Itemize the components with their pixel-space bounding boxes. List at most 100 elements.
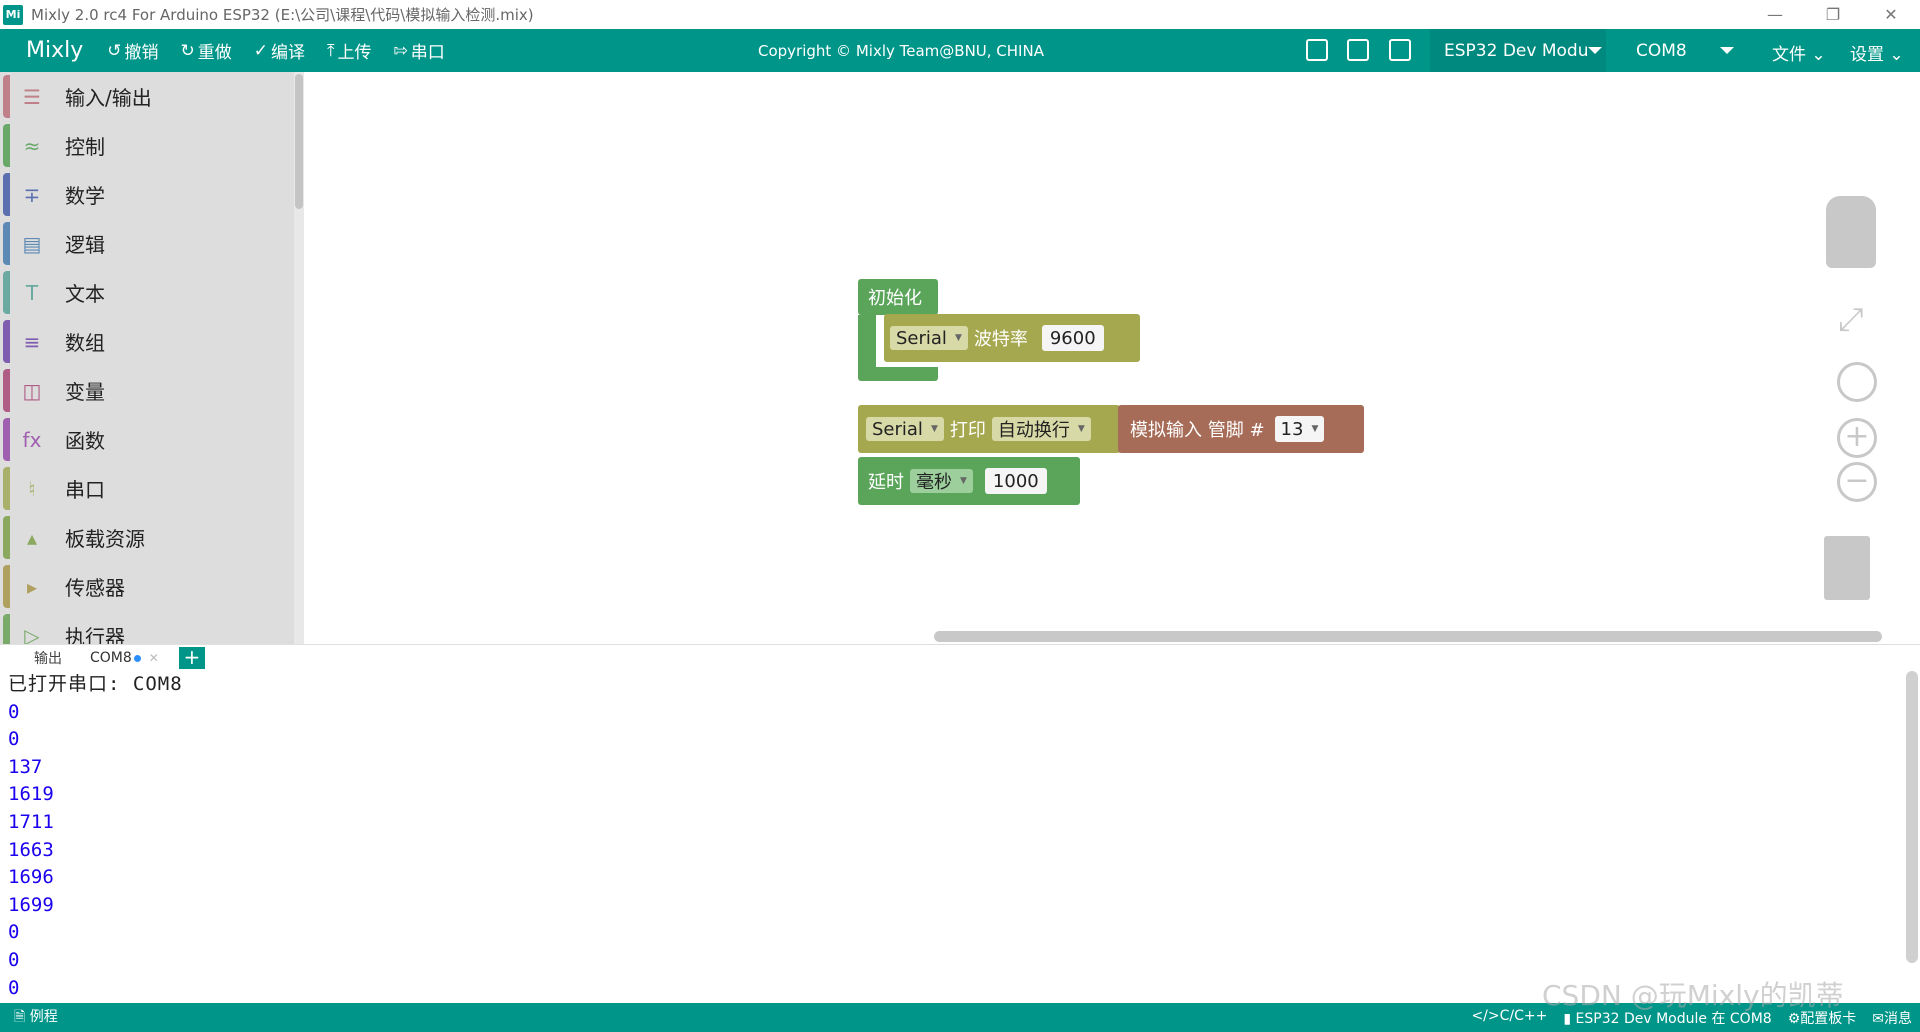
sidebar-category-item[interactable]: ◫ 变量 [0, 366, 304, 415]
sidebar-category-item[interactable]: ∓ 数学 [0, 170, 304, 219]
block-workspace[interactable]: 初始化 Serial ▼ 波特率 9600 Serial ▼ 打印 自动换行 ▼ 模拟… [304, 72, 1920, 644]
undo-button[interactable]: ↺ 撤销 [107, 38, 158, 64]
workspace-horizontal-scrollbar[interactable] [934, 631, 1882, 642]
minimize-icon[interactable]: — [1746, 0, 1804, 29]
blocks-view-icon[interactable] [1306, 39, 1328, 61]
sidebar-category-item[interactable]: ▸ 传感器 [0, 562, 304, 611]
category-color-bar [3, 516, 10, 559]
zoom-out-icon[interactable]: − [1837, 462, 1877, 502]
console-output-line: 1711 [8, 810, 54, 833]
code-icon: </> [1471, 1007, 1500, 1024]
maximize-icon[interactable]: ❐ [1804, 0, 1862, 29]
category-color-bar [3, 320, 10, 363]
sensor-icon: ▸ [26, 574, 38, 599]
tab-com8[interactable]: COM8 ✕ [76, 644, 173, 672]
trash-icon[interactable] [1824, 536, 1870, 600]
serial-console[interactable]: 已打开串口: COM8 0 0 137 1619 1711 1663 1696 1699 0 0 0 [0, 671, 1920, 1003]
serial-println-port-dropdown[interactable]: Serial ▼ [866, 417, 944, 441]
port-select[interactable]: COM8 [1622, 29, 1738, 72]
recenter-icon[interactable] [1837, 362, 1877, 402]
close-tab-icon[interactable]: ✕ [149, 651, 159, 665]
fullscreen-icon[interactable]: ⤢ [1838, 300, 1864, 339]
sidebar-category-label: 数组 [65, 331, 105, 355]
console-scrollbar[interactable] [1906, 671, 1918, 963]
board-select-value: ESP32 Dev Modu [1444, 40, 1589, 61]
compile-label: 编译 [271, 43, 305, 63]
settings-menu[interactable]: 设置 ⌄ [1850, 40, 1904, 65]
category-color-bar [3, 271, 10, 314]
delay-value-input[interactable]: 1000 [984, 468, 1047, 494]
console-output-line: 1696 [8, 866, 54, 889]
sidebar-category-item[interactable]: T 文本 [0, 268, 304, 317]
upload-button[interactable]: ⤒ 上传 [327, 38, 372, 64]
analog-read-block[interactable]: 模拟输入 管脚 # 13 ▼ [1118, 405, 1364, 453]
sidebar-category-label: 控制 [65, 135, 105, 159]
compile-button[interactable]: ✓ 编译 [254, 38, 305, 64]
serial-println-block[interactable]: Serial ▼ 打印 自动换行 ▼ [858, 405, 1120, 453]
window-controls: — ❐ ✕ [1746, 0, 1920, 29]
upload-label: 上传 [337, 43, 372, 63]
sidebar-category-label: 板载资源 [65, 527, 145, 551]
category-color-bar [3, 222, 10, 265]
sidebar-scrollbar[interactable] [294, 72, 304, 644]
serial-begin-block[interactable]: Serial ▼ 波特率 9600 [884, 314, 1140, 362]
usb-icon: ⇰ [393, 40, 408, 61]
board-select[interactable]: ESP32 Dev Modu [1430, 29, 1606, 72]
sidebar-scroll-thumb[interactable] [295, 74, 303, 209]
chevron-down-icon [1720, 47, 1734, 54]
sidebar-category-label: 变量 [65, 380, 105, 404]
sidebar-category-item[interactable]: ≡ 数组 [0, 317, 304, 366]
sidebar-category-label: 传感器 [65, 576, 125, 600]
backpack-icon[interactable] [1826, 196, 1876, 268]
code-view-icon[interactable] [1389, 39, 1411, 61]
console-output-line: 137 [8, 755, 43, 778]
serial-button[interactable]: ⇰ 串口 [393, 38, 445, 64]
sidebar-category-item[interactable]: ≈ 控制 [0, 121, 304, 170]
chevron-down-icon [1588, 47, 1602, 54]
console-output-line: 1699 [8, 893, 54, 916]
file-menu[interactable]: 文件 ⌄ [1772, 40, 1826, 65]
close-icon[interactable]: ✕ [1862, 0, 1920, 29]
setup-block-foot [858, 367, 938, 381]
examples-label: 例程 [29, 1008, 58, 1025]
baud-rate-input[interactable]: 9600 [1041, 325, 1104, 351]
category-color-bar [3, 369, 10, 412]
language-indicator: </>C/C++ [1471, 1008, 1547, 1028]
sidebar-category-label: 执行器 [65, 625, 125, 644]
language-label: C/C++ [1499, 1007, 1548, 1024]
setup-block[interactable]: 初始化 [858, 279, 938, 315]
redo-label: 重做 [197, 43, 232, 63]
sidebar-category-item[interactable]: ♮ 串口 [0, 464, 304, 513]
serial-icon: ♮ [28, 476, 36, 501]
messages-label: 消息 [1884, 1010, 1912, 1027]
dropdown-triangle-icon: ▼ [954, 333, 962, 343]
delay-unit-dropdown[interactable]: 毫秒 ▼ [910, 469, 973, 493]
messages-button[interactable]: ✉消息 [1872, 1008, 1912, 1028]
serial-begin-port-dropdown[interactable]: Serial ▼ [890, 326, 968, 350]
brand-name: Mixly [26, 38, 84, 63]
examples-button[interactable]: 🗎 例程 [14, 1006, 58, 1030]
board-resource-icon: ▴ [26, 525, 38, 550]
analog-pin-dropdown[interactable]: 13 ▼ [1274, 416, 1325, 442]
redo-button[interactable]: ↻ 重做 [181, 38, 232, 64]
zoom-in-icon[interactable]: + [1837, 418, 1877, 458]
console-output-line: 0 [8, 700, 20, 723]
sidebar-category-item[interactable]: fx 函数 [0, 415, 304, 464]
split-view-icon[interactable] [1347, 39, 1369, 61]
sidebar-category-label: 串口 [65, 478, 105, 502]
sidebar-category-item[interactable]: ▴ 板载资源 [0, 513, 304, 562]
app-logo-icon: Mi [3, 4, 23, 25]
sidebar-category-item[interactable]: ☰ 输入/输出 [0, 72, 304, 121]
sidebar-category-label: 文本 [65, 282, 105, 306]
tab-output[interactable]: 输出 [0, 645, 76, 672]
print-mode-dropdown[interactable]: 自动换行 ▼ [991, 417, 1091, 441]
sidebar-category-item[interactable]: ▤ 逻辑 [0, 219, 304, 268]
category-color-bar [3, 124, 10, 167]
setup-block-title: 初始化 [868, 288, 922, 309]
sidebar-category-item[interactable]: ▷ 执行器 [0, 611, 304, 644]
print-mode-value: 自动换行 [997, 420, 1070, 441]
array-icon: ≡ [23, 329, 41, 354]
delay-block[interactable]: 延时 毫秒 ▼ 1000 [858, 457, 1080, 505]
add-tab-button[interactable]: + [178, 647, 205, 669]
print-label: 打印 [949, 420, 986, 441]
